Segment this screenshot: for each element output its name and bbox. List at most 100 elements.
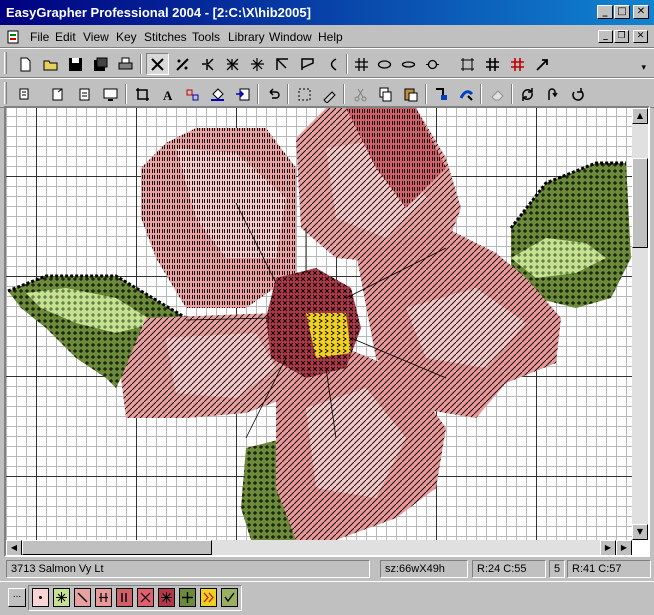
save-all-icon[interactable]: [89, 53, 112, 75]
minimize-button[interactable]: _: [597, 5, 613, 19]
swatch-light-green[interactable]: [53, 588, 70, 607]
scroll-right-icon[interactable]: ▶: [600, 540, 616, 555]
import-icon[interactable]: [231, 83, 254, 105]
swatch-red-dark[interactable]: [158, 588, 175, 607]
menu-tools[interactable]: Tools: [192, 30, 220, 44]
color-pick-icon[interactable]: [430, 83, 453, 105]
eraser-faded-icon[interactable]: [486, 83, 509, 105]
vertical-scrollbar[interactable]: ▲ ▼: [632, 108, 648, 540]
print-icon[interactable]: [114, 53, 137, 75]
menu-window[interactable]: Window: [269, 30, 312, 44]
swatch-green-dark[interactable]: [179, 588, 196, 607]
document-icon[interactable]: [6, 30, 20, 44]
toolbar-separator: [125, 84, 127, 104]
toolbar-grip[interactable]: [4, 82, 7, 104]
swatch-salmon-light[interactable]: [32, 588, 49, 607]
swatch-yellow[interactable]: [200, 588, 217, 607]
paste-icon[interactable]: [399, 83, 422, 105]
mdi-minimize-button[interactable]: _: [598, 30, 613, 43]
quarter-stitch-icon[interactable]: [221, 53, 244, 75]
paste-pattern-icon[interactable]: [73, 83, 96, 105]
menu-key[interactable]: Key: [116, 30, 137, 44]
full-cross-stitch-icon[interactable]: [146, 53, 169, 75]
rotate-icon[interactable]: [516, 83, 539, 105]
oval-small-icon[interactable]: [397, 53, 420, 75]
swatch-green-light[interactable]: [221, 588, 238, 607]
status-thread: 3713 Salmon Vy Lt: [6, 560, 370, 578]
arrow-dropdown-icon[interactable]: [531, 53, 554, 75]
open-folder-icon[interactable]: [39, 53, 62, 75]
monitor-icon[interactable]: [99, 83, 122, 105]
backstitch-corner-icon[interactable]: [271, 53, 294, 75]
hash-grid-red-icon[interactable]: [506, 53, 529, 75]
menu-library[interactable]: Library: [228, 30, 265, 44]
swatch-dark-pink[interactable]: [116, 588, 133, 607]
scroll-up-icon[interactable]: ▲: [632, 108, 648, 124]
replace-color-icon[interactable]: [181, 83, 204, 105]
scroll-left-icon[interactable]: ◀: [6, 540, 22, 555]
fill-icon[interactable]: [206, 83, 229, 105]
status-row-col-start: R:24 C:55: [472, 560, 546, 578]
redo-icon[interactable]: [566, 83, 589, 105]
thread-palette: ...: [0, 581, 654, 615]
menu-file[interactable]: File: [30, 30, 49, 44]
copy-pattern-icon[interactable]: [47, 83, 70, 105]
oval-icon[interactable]: [373, 53, 396, 75]
three-quarter-stitch-icon[interactable]: [196, 53, 219, 75]
pattern-canvas[interactable]: [6, 108, 632, 540]
svg-text:A: A: [163, 88, 173, 103]
flood-icon[interactable]: [455, 83, 478, 105]
crop-icon[interactable]: [131, 83, 154, 105]
mdi-close-button[interactable]: ✕: [633, 30, 648, 43]
toolbar-separator: [425, 84, 427, 104]
horizontal-scroll-thumb[interactable]: [22, 540, 212, 555]
menu-view[interactable]: View: [83, 30, 109, 44]
menu-help[interactable]: Help: [318, 30, 343, 44]
swatch-pink[interactable]: [74, 588, 91, 607]
new-file-icon[interactable]: [14, 53, 37, 75]
swatch-rose[interactable]: [137, 588, 154, 607]
maximize-button[interactable]: □: [614, 5, 630, 19]
diamond-dropdown-icon[interactable]: [421, 53, 444, 75]
scroll-down-icon[interactable]: ▼: [632, 524, 648, 540]
grid-box-icon[interactable]: [456, 53, 479, 75]
status-bar: 3713 Salmon Vy Lt sz:66wX49h R:24 C:55 5…: [0, 558, 654, 580]
horizontal-scrollbar[interactable]: ◀ ▶ ▶: [6, 540, 632, 555]
toolbar-main: ▾: [0, 48, 654, 78]
close-button[interactable]: ✕: [633, 5, 649, 19]
toolbar-grip[interactable]: [4, 52, 7, 74]
toolbar-separator: [480, 84, 482, 104]
toolbar-overflow-icon[interactable]: ▾: [641, 63, 646, 73]
flower-pattern: [7, 108, 631, 540]
save-icon[interactable]: [64, 53, 87, 75]
window-title: EasyGrapher Professional 2004 - [2:C:\X\…: [6, 5, 311, 20]
toolbar-separator: [287, 84, 289, 104]
mdi-restore-button[interactable]: ❐: [614, 30, 629, 43]
menu-stitches[interactable]: Stitches: [144, 30, 187, 44]
toolbar-separator: [257, 84, 259, 104]
toolbar-separator: [343, 84, 345, 104]
petite-stitch-icon[interactable]: [246, 53, 269, 75]
copy-icon[interactable]: [374, 83, 397, 105]
arc-icon[interactable]: [321, 53, 344, 75]
marquee-icon[interactable]: [293, 83, 316, 105]
palette-more-button[interactable]: ...: [8, 588, 26, 607]
half-cross-icon[interactable]: [171, 53, 194, 75]
hash-grid-icon[interactable]: [481, 53, 504, 75]
scroll-right-end-icon[interactable]: ▶: [616, 540, 632, 555]
backstitch-flag-icon[interactable]: [296, 53, 319, 75]
grid-icon[interactable]: [350, 53, 373, 75]
flip-icon[interactable]: [541, 83, 564, 105]
menu-edit[interactable]: Edit: [55, 30, 76, 44]
menu-bar: File Edit View Key Stitches Tools Librar…: [0, 26, 654, 48]
brush-icon[interactable]: [318, 83, 341, 105]
title-bar: EasyGrapher Professional 2004 - [2:C:\X\…: [0, 0, 654, 26]
status-row-col-end: R:41 C:57: [567, 560, 651, 578]
swatch-pink-mid[interactable]: [95, 588, 112, 607]
toolbar-edit: A: [0, 78, 654, 108]
text-icon[interactable]: A: [156, 83, 179, 105]
undo-icon[interactable]: [262, 83, 285, 105]
vertical-scroll-thumb[interactable]: [632, 158, 648, 248]
cut-icon[interactable]: [349, 83, 372, 105]
select-dropdown-icon[interactable]: [14, 83, 37, 105]
